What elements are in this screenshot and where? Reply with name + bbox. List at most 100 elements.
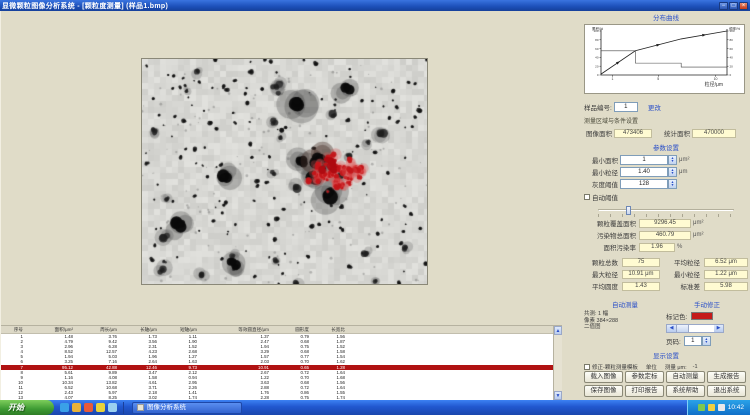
covered-area-unit: μm²: [693, 220, 703, 226]
help-button[interactable]: 系统帮助: [666, 385, 705, 397]
svg-text:10: 10: [714, 77, 718, 81]
scroll-right-icon[interactable]: ▶: [714, 325, 723, 332]
unit-label: 单位: [646, 363, 657, 371]
display-settings-link[interactable]: 显示设置: [653, 353, 679, 360]
exit-button[interactable]: 退出系统: [707, 385, 746, 397]
area-ratio-field: 1.96: [639, 243, 675, 252]
table-header-cell: 等效圆直径/μm: [201, 327, 273, 333]
tray-status-icon[interactable]: [698, 404, 705, 411]
min-diameter-input[interactable]: 1.40: [620, 167, 668, 177]
table-header-cell: 长宽比: [313, 327, 349, 333]
threshold-input[interactable]: 128: [620, 179, 668, 189]
scroll-left-icon[interactable]: ◀: [667, 325, 676, 332]
sample-field[interactable]: 1: [614, 102, 638, 112]
taskbar-app-button[interactable]: 图像分析系统: [132, 402, 242, 414]
ie-icon[interactable]: [60, 403, 69, 412]
measurement-table-body: 序号面积/μm²周长/μm长轴/μm短轴/μm等效圆直径/μm圆形度长宽比11.…: [1, 326, 553, 400]
svg-text:20: 20: [595, 64, 599, 68]
auto-measure-button[interactable]: 自动测量: [666, 371, 705, 383]
minimize-button[interactable]: −: [719, 2, 728, 10]
close-button[interactable]: ×: [739, 2, 748, 10]
system-tray: 10:42: [687, 400, 750, 415]
covered-area-field: 9296.45: [639, 219, 691, 228]
title-bar[interactable]: 显微颗粒图像分析系统 - [颗粒度测量] (样品1.bmp) − □ ×: [0, 0, 750, 11]
contaminant-area-unit: μm²: [693, 232, 703, 238]
svg-text:频率/%: 频率/%: [729, 26, 740, 31]
frame-scrollbar[interactable]: ◀ ▶: [666, 324, 724, 333]
distribution-curve-link[interactable]: 分布曲线: [653, 15, 679, 22]
threshold-label: 灰度阈值: [584, 179, 618, 189]
table-header-cell: 周长/μm: [77, 327, 121, 333]
mail-icon[interactable]: [72, 403, 81, 412]
min-area-spinner[interactable]: ▲▼: [668, 155, 677, 165]
folder-icon[interactable]: [96, 403, 105, 412]
table-header-cell: 短轴/μm: [161, 327, 201, 333]
svg-text:80: 80: [595, 38, 599, 42]
min-diameter-spinner[interactable]: ▲▼: [668, 167, 677, 177]
taskbar: 开始 图像分析系统 10:42: [0, 400, 750, 415]
workspace: 分布曲线 0020204040606080801001001510累积/%频率/…: [0, 11, 750, 400]
particle-count-label: 颗粒总数: [584, 257, 618, 267]
roundness-label: 平均圆度: [584, 281, 618, 291]
min-area-input[interactable]: 1: [620, 155, 668, 165]
auto-measure-link[interactable]: 自动测量: [612, 302, 638, 309]
mean-diameter-field: 6.52 μm: [704, 258, 748, 267]
params-link[interactable]: 参数设置: [653, 145, 679, 152]
specimen-image-frame: [141, 58, 428, 285]
window-title: 显微颗粒图像分析系统 - [颗粒度测量] (样品1.bmp): [2, 1, 718, 11]
calibration-button[interactable]: 参数定标: [625, 371, 664, 383]
setup-section-title: 测量区域与条件设置: [584, 116, 748, 125]
sample-change-link[interactable]: 更改: [648, 102, 661, 112]
stat-area-field: 470000: [692, 129, 736, 138]
correct-template-checkbox[interactable]: [584, 364, 590, 370]
svg-text:5: 5: [657, 77, 659, 81]
min-diameter-unit: μm: [679, 169, 687, 175]
threshold-slider-ticks: [598, 214, 734, 217]
save-image-button[interactable]: 保存图像: [584, 385, 623, 397]
sample-label: 样品编号:: [584, 102, 612, 112]
auto-threshold-checkbox[interactable]: [584, 194, 590, 200]
mark-color-swatch[interactable]: [691, 312, 713, 320]
report-button[interactable]: 生成报告: [707, 371, 746, 383]
table-header: 序号面积/μm²周长/μm长轴/μm短轴/μm等效圆直径/μm圆形度长宽比: [1, 326, 553, 334]
threshold-slider-track: [598, 209, 734, 211]
scroll-up-icon[interactable]: ▲: [554, 326, 562, 335]
svg-text:40: 40: [595, 56, 599, 60]
svg-text:60: 60: [730, 47, 734, 51]
info-line-3: 二值图: [584, 324, 666, 331]
control-panel: 分布曲线 0020204040606080801001001510累积/%频率/…: [584, 11, 748, 400]
maximize-button[interactable]: □: [729, 2, 738, 10]
start-button[interactable]: 开始: [0, 400, 54, 415]
table-scrollbar[interactable]: ▲ ▼: [553, 326, 562, 400]
show-desktop-icon[interactable]: [108, 403, 117, 412]
min-area-label: 最小面积: [584, 155, 618, 165]
svg-text:累积/%: 累积/%: [592, 26, 603, 31]
threshold-spinner[interactable]: ▲▼: [668, 179, 677, 189]
app-window: 显微颗粒图像分析系统 - [颗粒度测量] (样品1.bmp) − □ × 分布曲…: [0, 0, 750, 415]
threshold-slider[interactable]: [598, 206, 744, 209]
print-button[interactable]: 打印报告: [625, 385, 664, 397]
load-image-button[interactable]: 载入图像: [584, 371, 623, 383]
mark-color-label: 标记色:: [666, 311, 687, 321]
stat-area-label: 统计面积: [660, 128, 690, 138]
table-header-cell: 序号: [1, 327, 27, 333]
media-player-icon[interactable]: [84, 403, 93, 412]
image-area-label: 图像面积: [584, 128, 612, 138]
specimen-image[interactable]: [142, 59, 427, 284]
scroll-down-icon[interactable]: ▼: [554, 391, 562, 400]
roundness-field: 1.43: [622, 282, 660, 291]
manual-correct-link[interactable]: 手动修正: [694, 302, 720, 309]
stddev-label: 标准差: [664, 281, 700, 291]
threshold-slider-thumb[interactable]: [626, 206, 631, 215]
min-diameter-stat-field: 1.22 μm: [704, 270, 748, 279]
page-spinner[interactable]: ▲▼: [702, 336, 711, 346]
quick-launch: [54, 402, 124, 414]
measurement-table: 序号面积/μm²周长/μm长轴/μm短轴/μm等效圆直径/μm圆形度长宽比11.…: [1, 325, 562, 400]
scroll-thumb[interactable]: [676, 325, 689, 332]
tray-network-icon[interactable]: [718, 404, 725, 411]
min-area-unit: μm²: [679, 157, 689, 163]
table-header-cell: 圆形度: [273, 327, 313, 333]
contaminant-area-field: 460.79: [639, 231, 691, 240]
tray-volume-icon[interactable]: [708, 404, 715, 411]
page-field[interactable]: 1: [684, 336, 702, 346]
